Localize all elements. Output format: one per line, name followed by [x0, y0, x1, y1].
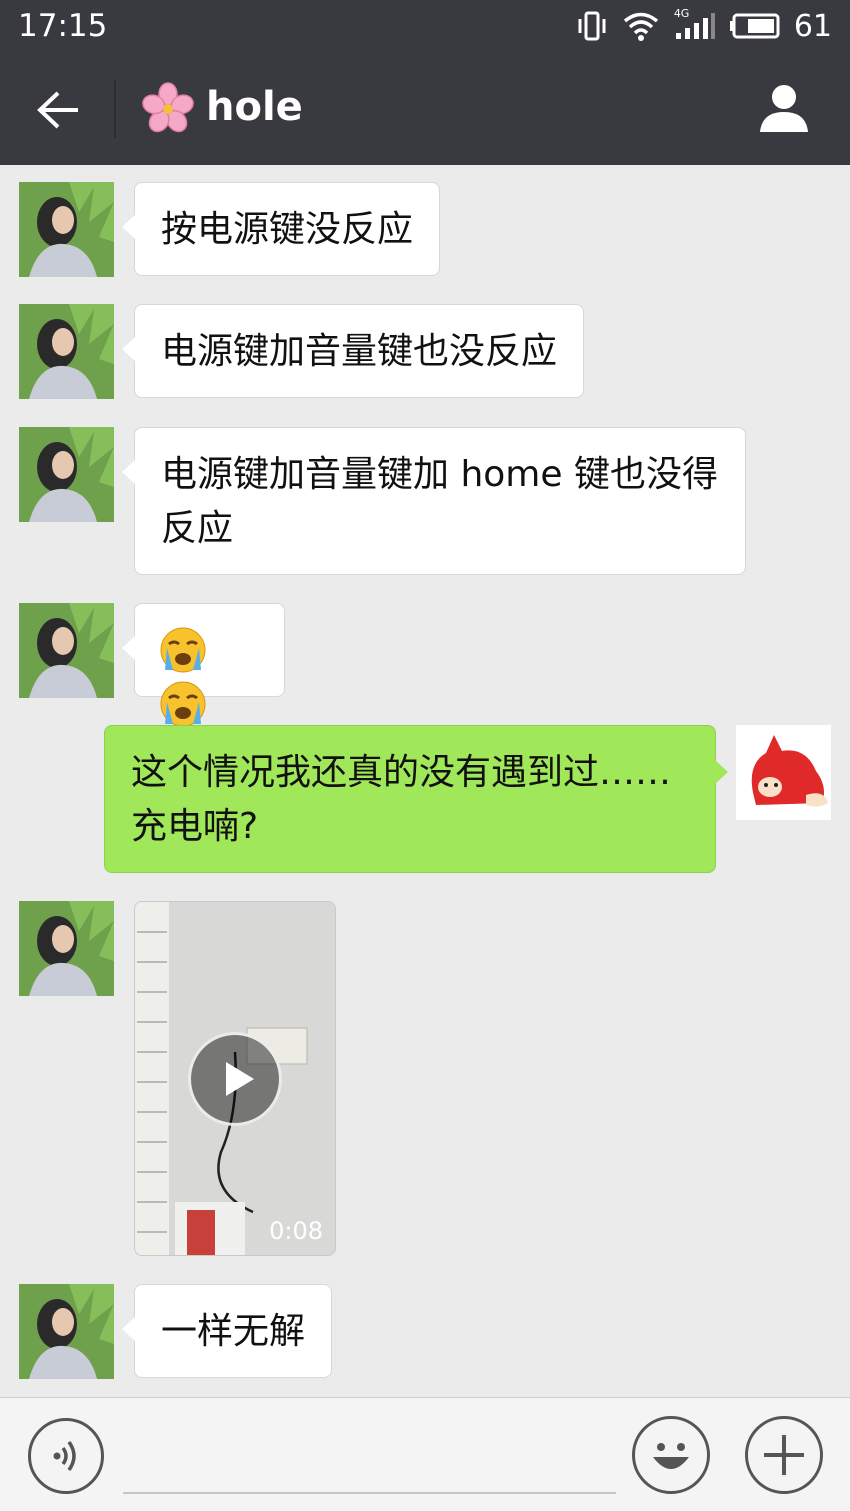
contact-avatar[interactable] [19, 304, 114, 399]
loudly-crying-face-icon [160, 627, 206, 673]
message-text-line: 充电喃? [131, 806, 259, 847]
plus-button[interactable] [745, 1416, 823, 1494]
message-bubble[interactable] [122, 603, 285, 727]
back-button[interactable] [30, 82, 86, 138]
contact-avatar[interactable] [19, 603, 114, 698]
profile-button[interactable] [756, 80, 812, 136]
message-text-line: 反应 [161, 508, 234, 549]
emoji-button[interactable] [632, 1416, 710, 1494]
chat-title: hole [206, 84, 303, 130]
chat-message-list[interactable]: 按电源键没反应 电源键加音量键也没反应 电源键加音量键加 home 键也没得 反… [0, 165, 850, 1397]
message-text: 按电源键没反应 [161, 209, 414, 250]
signal-icon: 4G [674, 7, 716, 41]
status-bar: 17:15 4G 61 [0, 0, 850, 52]
voice-button[interactable] [28, 1418, 104, 1494]
vibrate-icon [576, 11, 608, 41]
message-bubble[interactable]: 一样无解 [121, 1284, 333, 1378]
plus-icon [764, 1435, 804, 1475]
loudly-crying-face-icon [160, 681, 206, 727]
message-text: 一样无解 [161, 1311, 306, 1352]
battery-icon [729, 13, 780, 39]
my-avatar[interactable] [736, 725, 831, 820]
message-bubble[interactable]: 按电源键没反应 [121, 182, 441, 276]
cherry-blossom-icon [142, 82, 194, 133]
play-icon [226, 1062, 254, 1096]
message-text-line: 这个情况我还真的没有遇到过…… [131, 752, 672, 793]
video-message[interactable]: 0:08 [134, 901, 336, 1256]
message-input[interactable] [123, 1418, 616, 1494]
message-bubble[interactable]: 电源键加音量键也没反应 [121, 304, 585, 398]
status-time: 17:15 [18, 8, 108, 44]
input-bar [0, 1397, 850, 1511]
smiley-icon [653, 1443, 689, 1469]
message-text-line: 电源键加音量键加 home 键也没得 [161, 454, 718, 495]
person-icon [760, 85, 808, 132]
chat-header: hole [0, 52, 850, 165]
voice-icon [53, 1440, 76, 1472]
header-divider [114, 80, 116, 138]
message-text: 电源键加音量键也没反应 [161, 331, 558, 372]
message-bubble-outgoing[interactable]: 这个情况我还真的没有遇到过…… 充电喃? [104, 725, 728, 873]
message-bubble[interactable]: 电源键加音量键加 home 键也没得 反应 [122, 427, 746, 575]
arrow-left-icon [37, 91, 78, 129]
video-duration: 0:08 [269, 1217, 323, 1245]
status-icons: 4G 61 [576, 7, 832, 44]
contact-avatar[interactable] [19, 1284, 114, 1379]
contact-avatar[interactable] [19, 901, 114, 996]
network-type: 4G [673, 7, 690, 20]
play-button[interactable] [188, 1032, 282, 1126]
battery-percent: 61 [793, 8, 832, 44]
contact-avatar[interactable] [19, 427, 114, 522]
wifi-icon [622, 11, 660, 41]
contact-avatar[interactable] [19, 182, 114, 277]
